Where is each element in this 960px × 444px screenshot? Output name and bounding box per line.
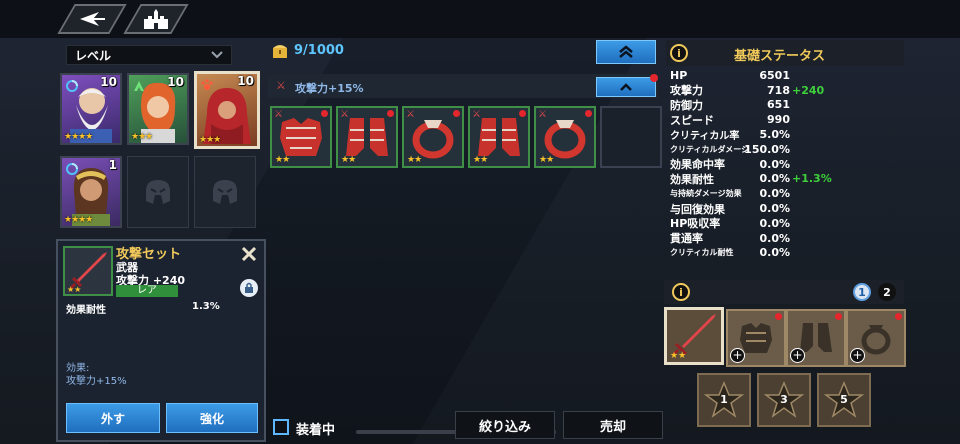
item-stars: ★★ <box>670 351 687 361</box>
star-slot-3[interactable]: 3 <box>757 373 811 427</box>
stats-list: HP 6501 攻撃力 718 +240 防御力 651 スピード 990 クリティカル率… <box>666 68 904 260</box>
hero-card[interactable]: 10 ★★★ <box>127 73 189 145</box>
equipment-item-boots[interactable]: ⚔ ★★ <box>336 106 398 168</box>
star-slot-1[interactable]: 1 <box>697 373 751 427</box>
sell-button[interactable]: 売却 <box>563 411 663 439</box>
hero-level: 10 <box>167 75 184 89</box>
hero-level: 1 <box>108 158 117 172</box>
castle-icon <box>144 9 168 29</box>
equipment-item-ring[interactable]: ⚔ ★★ <box>402 106 464 168</box>
equipment-item-armor[interactable]: ⚔ ★★ <box>270 106 332 168</box>
boots-slot[interactable]: + <box>786 309 846 367</box>
star-level: 1 <box>720 393 728 406</box>
item-stars: ★★ <box>275 155 290 165</box>
back-button[interactable] <box>57 4 127 34</box>
set-bonus-text: 攻撃力+15% <box>295 82 364 95</box>
stat-row: クリティカルダメージ 150.0% <box>670 142 790 156</box>
empty-hero-slot[interactable] <box>127 156 189 228</box>
stat-row: HP 6501 <box>670 68 790 82</box>
equipped-filter-label: 装着中 <box>296 423 336 438</box>
equipped-weapon-slot[interactable]: ★★ <box>664 307 724 365</box>
helmet-icon <box>146 180 170 204</box>
chevron-down-icon <box>211 48 223 62</box>
sort-dropdown-label: レベル <box>75 48 112 63</box>
item-stars: ★★ <box>407 155 422 165</box>
hero-stars: ★★★ <box>199 135 221 145</box>
stat-row: クリティカル率 5.0% <box>670 128 790 143</box>
stat-row: 効果命中率 0.0% <box>670 157 790 172</box>
stat-row: 与持続ダメージ効果 0.0% <box>670 187 790 201</box>
ring-slot[interactable]: + <box>846 309 906 367</box>
empty-item-slot[interactable] <box>600 106 662 168</box>
hero-stars: ★★★★ <box>64 132 93 142</box>
effect-value: 攻撃力+15% <box>66 376 127 387</box>
stat-row: スピード 990 <box>670 113 790 127</box>
sub-stat-label: 効果耐性 <box>66 305 106 316</box>
hero-card[interactable]: 1 ★★★★ <box>60 156 122 228</box>
stat-row: クリティカル耐性 0.0% <box>670 246 790 260</box>
lock-icon[interactable] <box>240 279 258 297</box>
hero-stars: ★★★★ <box>64 215 93 225</box>
water-element-icon <box>65 78 79 92</box>
stat-row: 貫通率 0.0% <box>670 231 790 246</box>
empty-hero-slot[interactable] <box>194 156 256 228</box>
info-icon[interactable]: i <box>672 283 690 301</box>
hero-card[interactable]: 10 ★★★★ <box>60 73 122 145</box>
page-1-button[interactable]: 1 <box>853 283 871 301</box>
item-stars: ★★ <box>67 285 82 294</box>
fire-paw-icon <box>200 77 214 91</box>
stat-row: 攻撃力 718 +240 <box>670 83 825 98</box>
equipment-item-boots[interactable]: ⚔ ★★ <box>468 106 530 168</box>
enhance-button[interactable]: 強化 <box>166 403 258 433</box>
chest-icon <box>272 43 288 59</box>
sort-dropdown[interactable]: レベル <box>66 45 232 65</box>
plus-icon: + <box>790 348 805 363</box>
collapse-button[interactable] <box>596 77 656 97</box>
item-stars: ★★ <box>341 155 356 165</box>
filter-button[interactable]: 絞り込み <box>455 411 555 439</box>
inventory-capacity: 9/1000 <box>294 43 344 58</box>
collapse-all-button[interactable] <box>596 40 656 64</box>
info-icon[interactable]: i <box>670 44 688 62</box>
plus-icon: + <box>730 348 745 363</box>
game-screen: レベル 10 ★★★★ 10 ★★★ 10 ★★★ 1 ★★★★ ★★ 攻撃セッ… <box>0 0 960 444</box>
remove-button[interactable]: 外す <box>66 403 160 433</box>
water-element-icon <box>65 161 79 175</box>
sub-stat-value: 1.3% <box>192 301 220 312</box>
armor-slot[interactable]: + <box>726 309 786 367</box>
star-level: 3 <box>780 393 788 406</box>
page-2-button[interactable]: 2 <box>878 283 896 301</box>
hero-card-selected[interactable]: 10 ★★★ <box>194 71 260 149</box>
back-arrow-icon <box>80 12 105 26</box>
item-stars: ★★ <box>539 155 554 165</box>
top-nav-bar <box>0 0 960 38</box>
stats-title: 基礎ステータス <box>734 49 826 64</box>
rarity-badge: レア <box>116 285 178 297</box>
star-level: 5 <box>840 393 848 406</box>
close-icon[interactable] <box>240 245 258 263</box>
item-stars: ★★ <box>473 155 488 165</box>
chevron-up-icon <box>620 83 632 91</box>
equipment-item-ring[interactable]: ⚔ ★★ <box>534 106 596 168</box>
home-button[interactable] <box>123 4 189 34</box>
wind-element-icon <box>132 78 146 92</box>
hero-stars: ★★★ <box>131 132 153 142</box>
hero-level: 10 <box>237 74 254 88</box>
hero-level: 10 <box>100 75 117 89</box>
helmet-icon <box>213 180 237 204</box>
item-detail-popup: ★★ 攻撃セット 武器 攻撃力 +240 レア 効果耐性 1.3% 効果: 攻撃… <box>56 239 266 442</box>
sword-icon: ⚔ <box>276 79 286 92</box>
stat-row: 与回復効果 0.0% <box>670 202 790 216</box>
item-icon-frame: ★★ <box>63 246 113 296</box>
star-slot-5[interactable]: 5 <box>817 373 871 427</box>
double-chevron-up-icon <box>619 45 633 58</box>
notification-dot <box>650 74 658 82</box>
stat-row: 防御力 651 <box>670 98 790 112</box>
stat-row: HP吸収率 0.0% <box>670 216 790 231</box>
plus-icon: + <box>850 348 865 363</box>
equipped-filter-checkbox[interactable] <box>273 419 289 435</box>
stat-row: 効果耐性 0.0% +1.3% <box>670 172 832 186</box>
